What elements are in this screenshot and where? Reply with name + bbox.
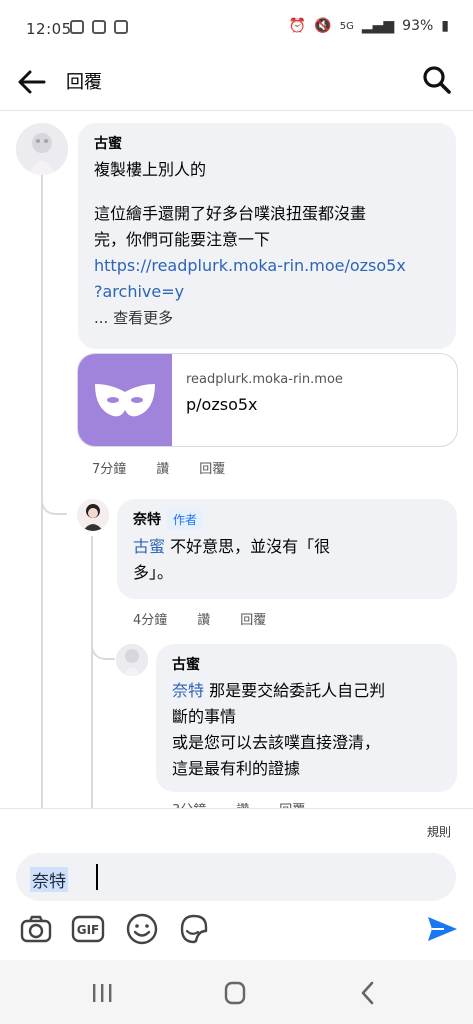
comment-bubble[interactable]: 古蜜 奈特 那是要交給委託人自己判 斷的事情 或是您可以去該噗直接澄清， 這是最… bbox=[156, 644, 457, 792]
link-domain: readplurk.moka-rin.moe bbox=[186, 372, 343, 387]
mention-link[interactable]: 古蜜 bbox=[133, 537, 165, 556]
alarm-icon: ⏰ bbox=[288, 18, 307, 34]
like-button[interactable]: 讚 bbox=[197, 609, 210, 628]
battery-level: 93% bbox=[402, 18, 434, 34]
comment-actions: 7分鐘 讚 回覆 bbox=[92, 458, 225, 477]
like-button[interactable]: 讚 bbox=[236, 799, 249, 808]
system-nav-bar bbox=[0, 960, 473, 1024]
top-app-bar: 回覆 bbox=[0, 56, 473, 111]
reply-button[interactable]: 回覆 bbox=[240, 609, 266, 628]
camera-icon[interactable] bbox=[18, 911, 54, 947]
thread-line bbox=[41, 171, 43, 808]
comment-text: 多」。 bbox=[133, 563, 174, 582]
comment-text: 這是最有利的證據 bbox=[172, 759, 301, 778]
comment-time: 7分鐘 bbox=[92, 462, 127, 477]
comment-text: 完，你們可能要注意一下 bbox=[94, 230, 271, 249]
page-title: 回覆 bbox=[66, 72, 102, 93]
comment-author[interactable]: 古蜜 bbox=[94, 133, 440, 153]
avatar-illustration-icon bbox=[116, 644, 148, 676]
comment-text: 不好意思，並沒有「很 bbox=[165, 537, 331, 556]
signal-icon: ▂▄▆ bbox=[361, 18, 395, 34]
box-notification-icon bbox=[114, 20, 128, 34]
comment-bubble[interactable]: 奈特 作者 古蜜 不好意思，並沒有「很 多」。 bbox=[117, 499, 457, 599]
avatar-illustration-icon bbox=[77, 499, 109, 531]
thread-connector bbox=[91, 636, 115, 660]
status-system-icons: ⏰ 🔇 5G ▂▄▆ 93% ▮ bbox=[289, 18, 449, 34]
reply-composer: 規則 奈特 GIF bbox=[0, 808, 473, 959]
svg-text:GIF: GIF bbox=[77, 923, 100, 937]
comment-text: 複製樓上別人的 bbox=[94, 160, 207, 179]
battery-icon: ▮ bbox=[441, 18, 449, 34]
mention-link[interactable]: 奈特 bbox=[172, 681, 204, 700]
text-caret bbox=[96, 864, 98, 890]
comment-time: 3分鐘 bbox=[172, 799, 206, 808]
comment-bubble[interactable]: 古蜜 複製樓上別人的 這位繪手還開了好多台噗浪扭蛋都沒畫 完，你們可能要注意一下… bbox=[78, 123, 456, 349]
comment-text: 斷的事情 bbox=[172, 707, 237, 726]
reply-button[interactable]: 回覆 bbox=[279, 799, 305, 808]
thread-connector bbox=[41, 491, 67, 515]
back-arrow-icon[interactable] bbox=[14, 64, 50, 100]
gallery-notification-icon bbox=[70, 20, 84, 34]
status-time: 12:05 bbox=[26, 20, 72, 38]
send-icon[interactable] bbox=[424, 911, 460, 947]
avatar[interactable] bbox=[16, 123, 68, 175]
mute-icon: 🔇 bbox=[314, 18, 332, 34]
link-preview-card[interactable]: readplurk.moka-rin.moe p/ozso5x bbox=[77, 353, 458, 447]
comment-actions: 3分鐘 讚 回覆 bbox=[172, 799, 305, 808]
reply-input[interactable]: 奈特 bbox=[16, 853, 456, 901]
home-icon[interactable] bbox=[215, 978, 255, 1008]
comment-link[interactable]: ?archive=y bbox=[94, 279, 440, 305]
comment-text: 那是要交給委託人自己判 bbox=[204, 681, 386, 700]
comment-actions: 4分鐘 讚 回覆 bbox=[133, 609, 266, 628]
network-type: 5G bbox=[339, 20, 354, 32]
avatar[interactable] bbox=[77, 499, 109, 531]
comment-text: 這位繪手還開了好多台噗浪扭蛋都沒畫 bbox=[94, 204, 367, 223]
link-card-info: readplurk.moka-rin.moe p/ozso5x bbox=[172, 354, 357, 446]
comment-author-row: 奈特 作者 bbox=[133, 509, 441, 530]
gif-icon[interactable]: GIF bbox=[70, 911, 106, 947]
reply-button[interactable]: 回覆 bbox=[199, 458, 225, 477]
comment-thread: 古蜜 複製樓上別人的 這位繪手還開了好多台噗浪扭蛋都沒畫 完，你們可能要注意一下… bbox=[0, 111, 473, 808]
see-more-link[interactable]: ... 查看更多 bbox=[94, 305, 440, 331]
comment-author[interactable]: 奈特 bbox=[133, 512, 161, 528]
comment-author[interactable]: 古蜜 bbox=[172, 654, 441, 674]
comment-text-line: 古蜜 不好意思，並沒有「很 bbox=[133, 534, 441, 560]
recents-icon[interactable] bbox=[82, 978, 122, 1008]
status-bar: 12:05 ⏰ 🔇 5G ▂▄▆ 93% ▮ bbox=[0, 0, 473, 56]
input-mention[interactable]: 奈特 bbox=[30, 867, 68, 892]
comment-text: 或是您可以去該噗直接澄清， bbox=[172, 733, 381, 752]
like-button[interactable]: 讚 bbox=[156, 458, 169, 477]
avatar-illustration-icon bbox=[16, 123, 68, 175]
link-thumbnail bbox=[78, 354, 172, 446]
avatar[interactable] bbox=[116, 644, 148, 676]
search-icon[interactable] bbox=[421, 64, 453, 96]
comment-link[interactable]: https://readplurk.moka-rin.moe/ozso5x bbox=[94, 253, 440, 279]
comment-text-line: 奈特 那是要交給委託人自己判 bbox=[172, 678, 441, 704]
author-badge: 作者 bbox=[167, 509, 204, 530]
thread-line bbox=[91, 536, 93, 808]
mask-icon bbox=[95, 384, 155, 417]
comment-time: 4分鐘 bbox=[133, 613, 168, 628]
back-nav-icon[interactable] bbox=[348, 978, 388, 1008]
rules-link[interactable]: 規則 bbox=[427, 823, 451, 840]
link-path: p/ozso5x bbox=[186, 395, 258, 414]
emoji-icon[interactable] bbox=[124, 911, 160, 947]
status-notification-icons bbox=[70, 20, 128, 34]
app-notification-icon bbox=[92, 20, 106, 34]
sticker-icon[interactable] bbox=[176, 911, 212, 947]
